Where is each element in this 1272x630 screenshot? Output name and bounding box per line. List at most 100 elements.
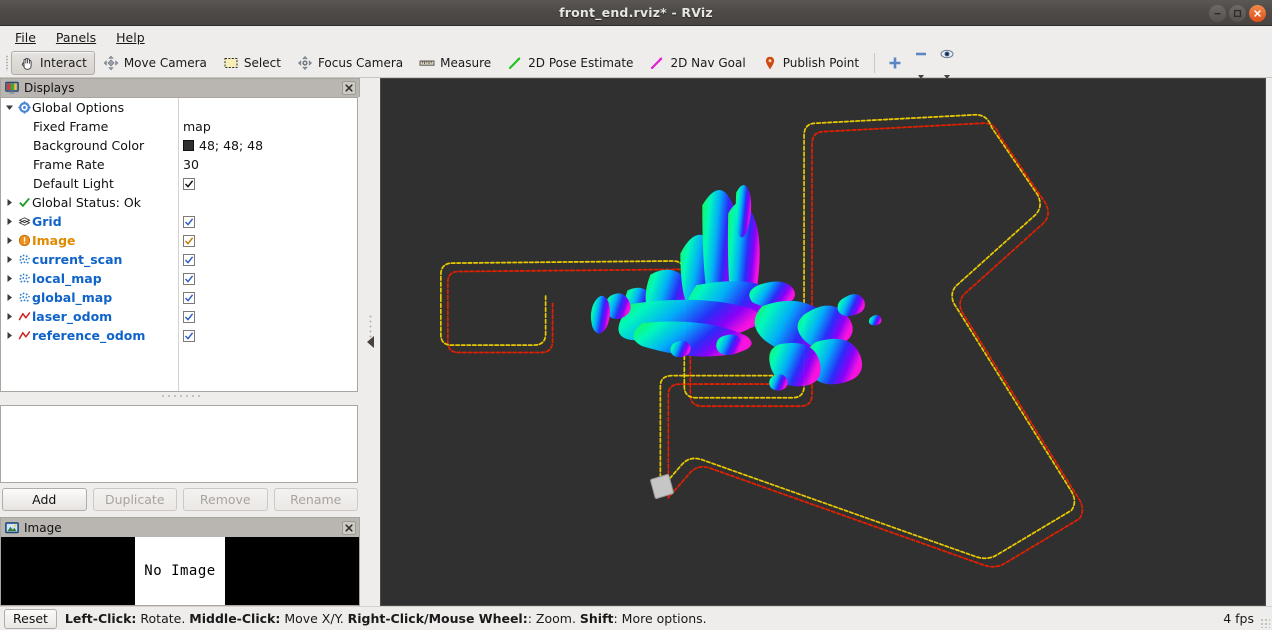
tool-interact-label: Interact	[40, 55, 87, 70]
tool-add-view[interactable]	[882, 51, 908, 75]
menu-panels[interactable]: Panels	[47, 28, 105, 47]
tree-row-global-options[interactable]: Global Options	[1, 98, 357, 117]
tree-value-image[interactable]	[183, 234, 195, 247]
tree-row-global-map[interactable]: global_map	[1, 288, 357, 307]
tree-value-reference-odom[interactable]	[183, 329, 195, 342]
expander-closed-icon[interactable]	[1, 274, 17, 283]
tree-value-global-map[interactable]	[183, 291, 195, 304]
tool-move-camera-label: Move Camera	[123, 55, 207, 70]
tree-value-laser-odom[interactable]	[183, 310, 195, 323]
checkbox-grid[interactable]	[183, 215, 195, 228]
tree-row-local-map[interactable]: local_map	[1, 269, 357, 288]
tree-row-fixed-frame[interactable]: Fixed Frame map	[1, 117, 357, 136]
expander-closed-icon[interactable]	[1, 293, 17, 302]
tree-row-frame-rate[interactable]: Frame Rate 30	[1, 155, 357, 174]
add-display-button[interactable]: Add	[2, 488, 87, 512]
tree-label: Default Light	[33, 176, 114, 192]
tree-value-grid[interactable]	[183, 215, 195, 228]
tool-2d-pose-estimate[interactable]: 2D Pose Estimate	[499, 51, 641, 75]
tree-value-background-color[interactable]: 48; 48; 48	[183, 138, 263, 153]
focus-camera-icon	[297, 55, 313, 71]
tree-row-image[interactable]: Image	[1, 231, 357, 250]
tree-row-current-scan[interactable]: current_scan	[1, 250, 357, 269]
menu-bar: File Panels Help	[0, 26, 1272, 48]
checkbox-local-map[interactable]	[183, 272, 195, 285]
toolbar-grip[interactable]	[2, 52, 11, 74]
toolbar-separator	[874, 52, 876, 73]
duplicate-display-button[interactable]: Duplicate	[92, 488, 177, 512]
tree-value-frame-rate[interactable]: 30	[183, 157, 199, 172]
rviz-window: front_end.rviz* - RViz File Panels Help	[0, 0, 1272, 630]
rename-display-button[interactable]: Rename	[273, 488, 358, 512]
tool-focus-camera[interactable]: Focus Camera	[289, 51, 411, 75]
checkbox-reference-odom[interactable]	[183, 329, 195, 342]
path-icon	[17, 310, 32, 323]
reset-button[interactable]: Reset	[4, 608, 57, 629]
checkbox-laser-odom[interactable]	[183, 310, 195, 323]
tree-row-grid[interactable]: Grid	[1, 212, 357, 231]
tree-value-default-light[interactable]	[183, 177, 195, 190]
tree-row-reference-odom[interactable]: reference_odom	[1, 326, 357, 345]
plus-icon	[887, 55, 903, 71]
minimize-button[interactable]	[1209, 4, 1226, 22]
expander-closed-icon[interactable]	[1, 236, 17, 245]
menu-file[interactable]: File	[6, 28, 45, 47]
image-dock-close-button[interactable]	[342, 520, 356, 535]
resize-grip[interactable]	[1260, 618, 1270, 628]
render-view-3d[interactable]	[380, 78, 1266, 606]
tool-bar: Interact Move Camera Select Focus Camera…	[0, 48, 1272, 79]
checkbox-image[interactable]	[183, 234, 195, 247]
expander-closed-icon[interactable]	[1, 312, 17, 321]
tool-measure[interactable]: Measure	[411, 51, 499, 75]
tree-row-global-status[interactable]: Global Status: Ok	[1, 193, 357, 212]
tool-interact[interactable]: Interact	[11, 50, 95, 75]
menu-help[interactable]: Help	[107, 28, 154, 47]
tree-label: Global Options	[32, 100, 125, 116]
image-panel-icon	[5, 521, 19, 535]
main-body: Displays Global Options Fixed Frame map …	[0, 78, 1272, 606]
tree-value-text: 30	[183, 157, 199, 173]
tree-value-fixed-frame[interactable]: map	[183, 119, 211, 134]
hint-move: Move X/Y.	[280, 611, 348, 626]
tree-label: Image	[32, 233, 76, 249]
expander-open-icon[interactable]	[1, 103, 17, 112]
tree-row-background-color[interactable]: Background Color 48; 48; 48	[1, 136, 357, 155]
tool-select[interactable]: Select	[215, 51, 289, 75]
expander-closed-icon[interactable]	[1, 255, 17, 264]
collapse-left-arrow-icon[interactable]	[366, 336, 374, 348]
displays-dock-close-button[interactable]	[342, 81, 356, 96]
expander-closed-icon[interactable]	[1, 198, 17, 207]
maximize-button[interactable]	[1229, 4, 1246, 22]
image-view[interactable]: No Image	[0, 537, 360, 606]
status-bar: Reset Left-Click: Rotate. Middle-Click: …	[0, 606, 1272, 630]
expander-closed-icon[interactable]	[1, 217, 17, 226]
image-dock: Image No Image	[0, 517, 360, 606]
displays-tree[interactable]: Global Options Fixed Frame map Backgroun…	[0, 97, 358, 393]
eye-icon	[939, 46, 955, 62]
minus-icon	[913, 46, 929, 62]
tree-value-local-map[interactable]	[183, 272, 195, 285]
tree-value-current-scan[interactable]	[183, 253, 195, 266]
tree-row-default-light[interactable]: Default Light	[1, 174, 357, 193]
tool-move-camera[interactable]: Move Camera	[95, 51, 215, 75]
warning-icon	[17, 234, 32, 247]
tool-2d-nav-goal-label: 2D Nav Goal	[670, 55, 746, 70]
image-dock-title: Image	[24, 520, 62, 535]
checkbox-default-light[interactable]	[183, 177, 195, 190]
tool-publish-point[interactable]: Publish Point	[754, 51, 867, 75]
window-title: front_end.rviz* - RViz	[559, 5, 713, 20]
close-button[interactable]	[1249, 4, 1266, 22]
expander-closed-icon[interactable]	[1, 331, 17, 340]
map-pin-icon	[762, 55, 778, 71]
tree-label: Background Color	[33, 138, 145, 154]
tool-visibility[interactable]	[934, 49, 960, 79]
tool-2d-nav-goal[interactable]: 2D Nav Goal	[641, 51, 753, 75]
tree-row-laser-odom[interactable]: laser_odom	[1, 307, 357, 326]
checkbox-global-map[interactable]	[183, 291, 195, 304]
tool-remove-view[interactable]	[908, 51, 934, 79]
remove-display-button[interactable]: Remove	[183, 488, 268, 512]
checkbox-current-scan[interactable]	[183, 253, 195, 266]
panel-splitter[interactable]	[360, 78, 380, 606]
panel-resize-handle[interactable]	[0, 392, 360, 399]
tree-label: Fixed Frame	[33, 119, 109, 135]
